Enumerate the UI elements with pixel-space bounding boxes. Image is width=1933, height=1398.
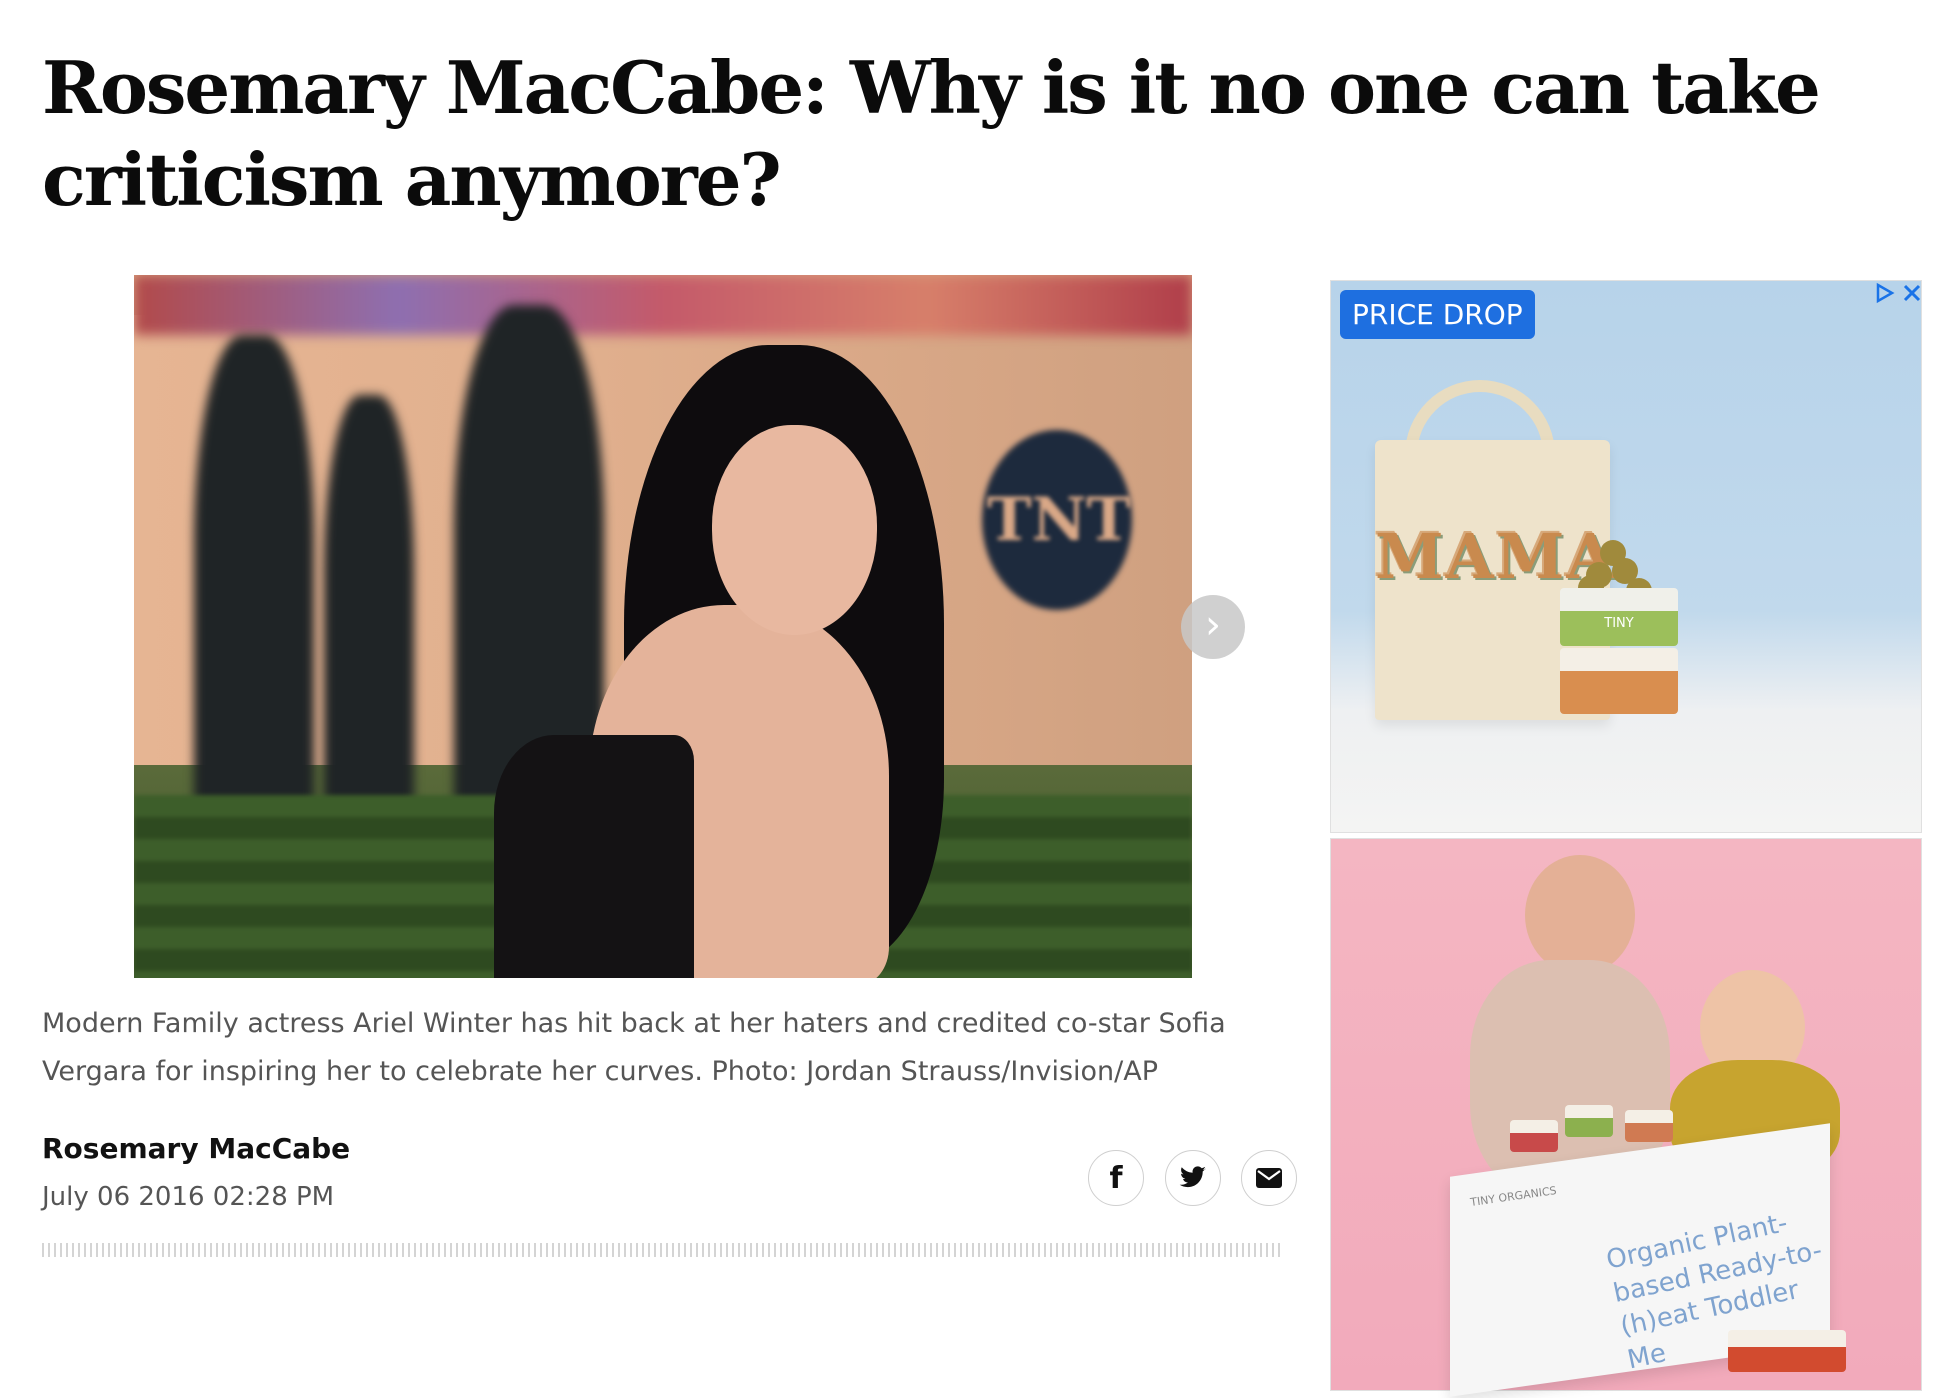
product-cup bbox=[1565, 1105, 1613, 1137]
publish-date: July 06 2016 02:28 PM bbox=[42, 1182, 335, 1212]
photo-subject-face bbox=[712, 425, 877, 635]
product-cup bbox=[1560, 648, 1678, 714]
ad-choices[interactable] bbox=[1862, 280, 1922, 306]
play-triangle-icon[interactable] bbox=[1874, 282, 1896, 304]
product-cup: TINY bbox=[1560, 588, 1678, 646]
author-name[interactable]: Rosemary MacCabe bbox=[42, 1132, 350, 1165]
product-cup bbox=[1510, 1120, 1558, 1152]
snack-ball bbox=[1600, 540, 1626, 566]
photo-crowd bbox=[134, 275, 1192, 335]
close-icon[interactable] bbox=[1902, 283, 1922, 303]
product-cup bbox=[1728, 1330, 1846, 1372]
photo-caption: Modern Family actress Ariel Winter has h… bbox=[42, 1008, 1226, 1087]
cup-brand: TINY bbox=[1604, 616, 1634, 631]
facebook-icon: f bbox=[1109, 1160, 1123, 1196]
toddler-head bbox=[1525, 855, 1635, 975]
twitter-icon bbox=[1179, 1166, 1206, 1188]
photo-bg-person bbox=[324, 395, 414, 835]
article-headline: Rosemary MacCabe: Why is it no one can t… bbox=[42, 45, 1821, 222]
tnt-logo-text: TNT bbox=[986, 485, 1132, 555]
tote-print: MAMA bbox=[1375, 520, 1617, 593]
share-email-button[interactable] bbox=[1241, 1150, 1297, 1206]
photo-bg-person bbox=[194, 335, 314, 855]
photo-subject-dress bbox=[494, 735, 694, 978]
envelope-icon bbox=[1256, 1168, 1282, 1188]
reading-progress-bar bbox=[42, 1243, 1282, 1257]
share-twitter-button[interactable] bbox=[1165, 1150, 1221, 1206]
share-facebook-button[interactable]: f bbox=[1088, 1150, 1144, 1206]
chevron-right-icon: › bbox=[1205, 602, 1221, 648]
price-drop-badge: PRICE DROP bbox=[1340, 290, 1535, 339]
product-cup bbox=[1625, 1110, 1673, 1142]
hero-photo[interactable]: TNT bbox=[134, 275, 1192, 978]
gallery-next-button[interactable]: › bbox=[1181, 595, 1245, 659]
